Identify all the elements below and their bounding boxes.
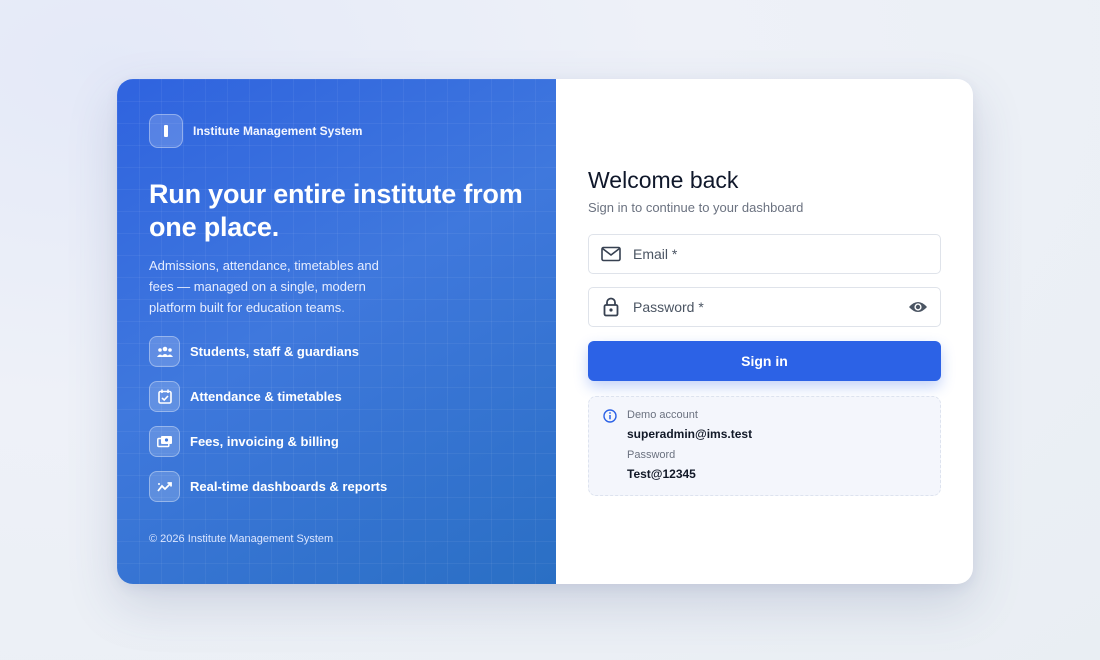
hero-description: Admissions, attendance, timetables and f… (149, 258, 379, 315)
copyright: © 2026 Institute Management System (149, 533, 334, 545)
demo-account-box: Demo account superadmin@ims.test Passwor… (588, 396, 941, 496)
page-subtitle: Sign in to continue to your dashboard (588, 200, 804, 215)
feature-list: Students, staff & guardians Attendance &… (149, 336, 524, 502)
feature-item: Fees, invoicing & billing (149, 426, 524, 457)
payments-icon (149, 426, 180, 457)
brand-name: Institute Management System (193, 124, 363, 138)
feature-label: Attendance & timetables (190, 389, 342, 404)
feature-label: Students, staff & guardians (190, 344, 360, 359)
feature-item: Real-time dashboards & reports (149, 471, 524, 502)
hero-panel: Institute Management System Run your ent… (117, 79, 556, 584)
login-panel: Welcome back Sign in to continue to your… (556, 79, 973, 584)
mail-icon (589, 246, 633, 262)
info-icon (603, 409, 617, 495)
feature-label: Real-time dashboards & reports (190, 479, 388, 494)
feature-label: Fees, invoicing & billing (190, 434, 339, 449)
lock-icon (589, 297, 633, 317)
feature-item: Attendance & timetables (149, 381, 524, 412)
sign-in-button[interactable]: Sign in (588, 341, 941, 381)
demo-password: Test@12345 (627, 467, 696, 481)
demo-password-label: Password (627, 449, 676, 461)
email-label: Email * (633, 246, 678, 262)
email-field[interactable]: Email * (588, 234, 941, 274)
trending-chart-icon (149, 471, 180, 502)
login-card: Institute Management System Run your ent… (117, 79, 973, 584)
page-title: Welcome back (588, 167, 739, 193)
brand-logo (149, 114, 183, 148)
brand: Institute Management System (149, 114, 524, 148)
calendar-check-icon (149, 381, 180, 412)
hero-headline: Run your entire institute from one place… (149, 179, 523, 242)
people-icon (149, 336, 180, 367)
demo-email: superadmin@ims.test (627, 427, 753, 441)
password-label: Password * (633, 299, 704, 315)
demo-title: Demo account (627, 409, 698, 421)
show-password-icon[interactable] (896, 300, 940, 314)
feature-item: Students, staff & guardians (149, 336, 524, 367)
password-field[interactable]: Password * (588, 287, 941, 327)
